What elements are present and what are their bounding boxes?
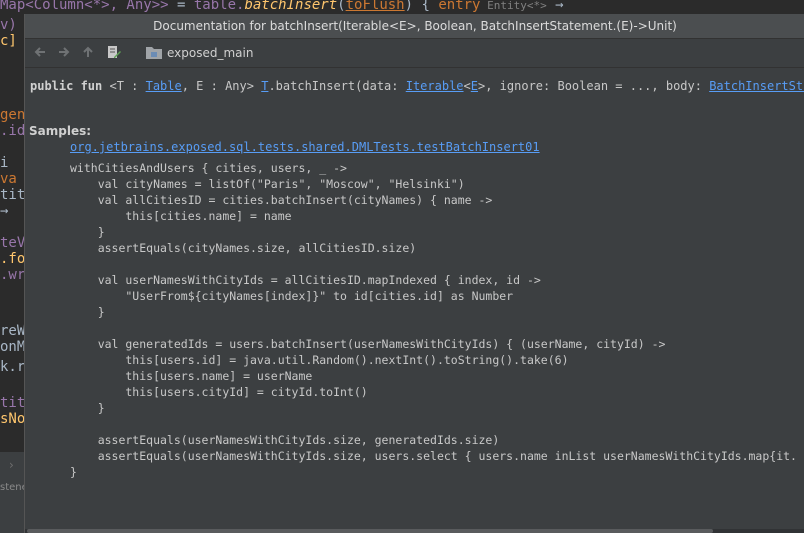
code-line: val allCitiesID = cities.batchInsert(cit… [70, 193, 493, 207]
sample-link[interactable]: org.jetbrains.exposed.sql.tests.shared.D… [70, 139, 540, 155]
editor-token: toFlush [345, 0, 405, 13]
scrollbar-thumb[interactable] [27, 529, 713, 533]
editor-token: entry [438, 0, 481, 13]
editor-token: → [546, 0, 564, 13]
editor-line-fragment: c] [0, 33, 17, 49]
module-name: exposed_main [167, 46, 254, 60]
e-type-link[interactable]: E [471, 79, 478, 93]
signature-text: >, ignore: Boolean = ..., body: [478, 79, 710, 93]
editor-line-fragment: k.r [0, 359, 24, 375]
code-line: } [70, 305, 105, 319]
editor-line-fragment: .id [0, 123, 24, 139]
signature-text: .batchInsert(data: [268, 79, 406, 93]
editor-line-fragment: va [0, 171, 17, 187]
editor-token: ( [337, 0, 346, 13]
table-type-link[interactable]: Table [146, 79, 182, 93]
bottom-tool-strip[interactable]: › stene [0, 452, 28, 533]
code-line: this[users.id] = java.util.Random().next… [70, 353, 569, 367]
editor-line-fragment: reW [0, 323, 24, 339]
editor-token: batchInsert [244, 0, 338, 13]
documentation-content: public fun <T : Table, E : Any> T.batchI… [25, 68, 804, 533]
code-line: } [70, 225, 105, 239]
code-line: this[cities.name] = name [70, 209, 292, 223]
editor-line-fragment: tit [0, 395, 24, 411]
code-line: withCitiesAndUsers { cities, users, _ -> [70, 161, 347, 175]
sample-code-block: withCitiesAndUsers { cities, users, _ ->… [70, 160, 797, 480]
up-arrow-icon[interactable] [81, 45, 95, 59]
editor-line-fragment: i [0, 155, 9, 171]
chevron-right-icon[interactable]: › [9, 458, 14, 472]
code-line: val generatedIds = users.batchInsert(use… [70, 337, 666, 351]
code-line: assertEquals(userNamesWithCityIds.size, … [70, 433, 500, 447]
code-line: this[users.name] = userName [70, 369, 313, 383]
code-line: this[users.cityId] = cityId.toInt() [70, 385, 368, 399]
iterable-type-link[interactable]: Iterable [406, 79, 464, 93]
editor-line-fragment: gen [0, 107, 24, 123]
editor-token: Map<Column<*>, Any>> [0, 0, 169, 13]
popup-title[interactable]: Documentation for batchInsert(Iterable<E… [25, 14, 804, 39]
editor-token: ) { [404, 0, 439, 13]
code-line: val userNamesWithCityIds = allCitiesID.m… [70, 273, 541, 287]
editor-token: = [168, 0, 194, 13]
code-line: assertEquals(userNamesWithCityIds.size, … [70, 449, 797, 463]
signature-text: < [463, 79, 471, 93]
code-line: } [70, 465, 77, 479]
editor-line-fragment: .fo [0, 251, 24, 267]
editor-line-fragment: onM [0, 339, 24, 355]
editor-top-line: Map<Column<*>, Any>> = table.batchInsert… [0, 0, 804, 13]
doc-toolbar: exposed_main [25, 39, 804, 68]
code-line: } [70, 401, 105, 415]
module-folder-icon [146, 47, 162, 59]
signature-text: , E : Any> [181, 79, 262, 93]
editor-line-fragment: v) [0, 17, 17, 33]
code-line: val cityNames = listOf("Paris", "Moscow"… [70, 177, 465, 191]
signature-keywords: public fun [30, 79, 103, 93]
code-line: assertEquals(cityNames.size, allCitiesID… [70, 241, 417, 255]
editor-token: table. [193, 0, 245, 13]
batch-insert-statement-link[interactable]: BatchInsertStatement [709, 79, 804, 93]
editor-line-fragment: → [0, 203, 9, 219]
signature-text: <T : [102, 79, 146, 93]
back-arrow-icon[interactable] [33, 45, 47, 59]
code-line: "UserFrom${cityNames[index]}" to id[citi… [70, 289, 514, 303]
editor-type-hint: Entity<*> [480, 0, 547, 12]
editor-line-fragment: .wr [0, 267, 24, 283]
function-signature: public fun <T : Table, E : Any> T.batchI… [30, 78, 804, 94]
editor-line-fragment: sNo [0, 411, 24, 427]
edit-source-icon[interactable] [107, 45, 121, 59]
editor-line-fragment: tit [0, 187, 24, 203]
editor-line-fragment: teV [0, 235, 24, 251]
horizontal-scrollbar[interactable] [25, 529, 804, 533]
documentation-popup[interactable]: Documentation for batchInsert(Iterable<E… [24, 14, 804, 533]
forward-arrow-icon[interactable] [57, 45, 71, 59]
samples-header: Samples: [29, 124, 92, 138]
